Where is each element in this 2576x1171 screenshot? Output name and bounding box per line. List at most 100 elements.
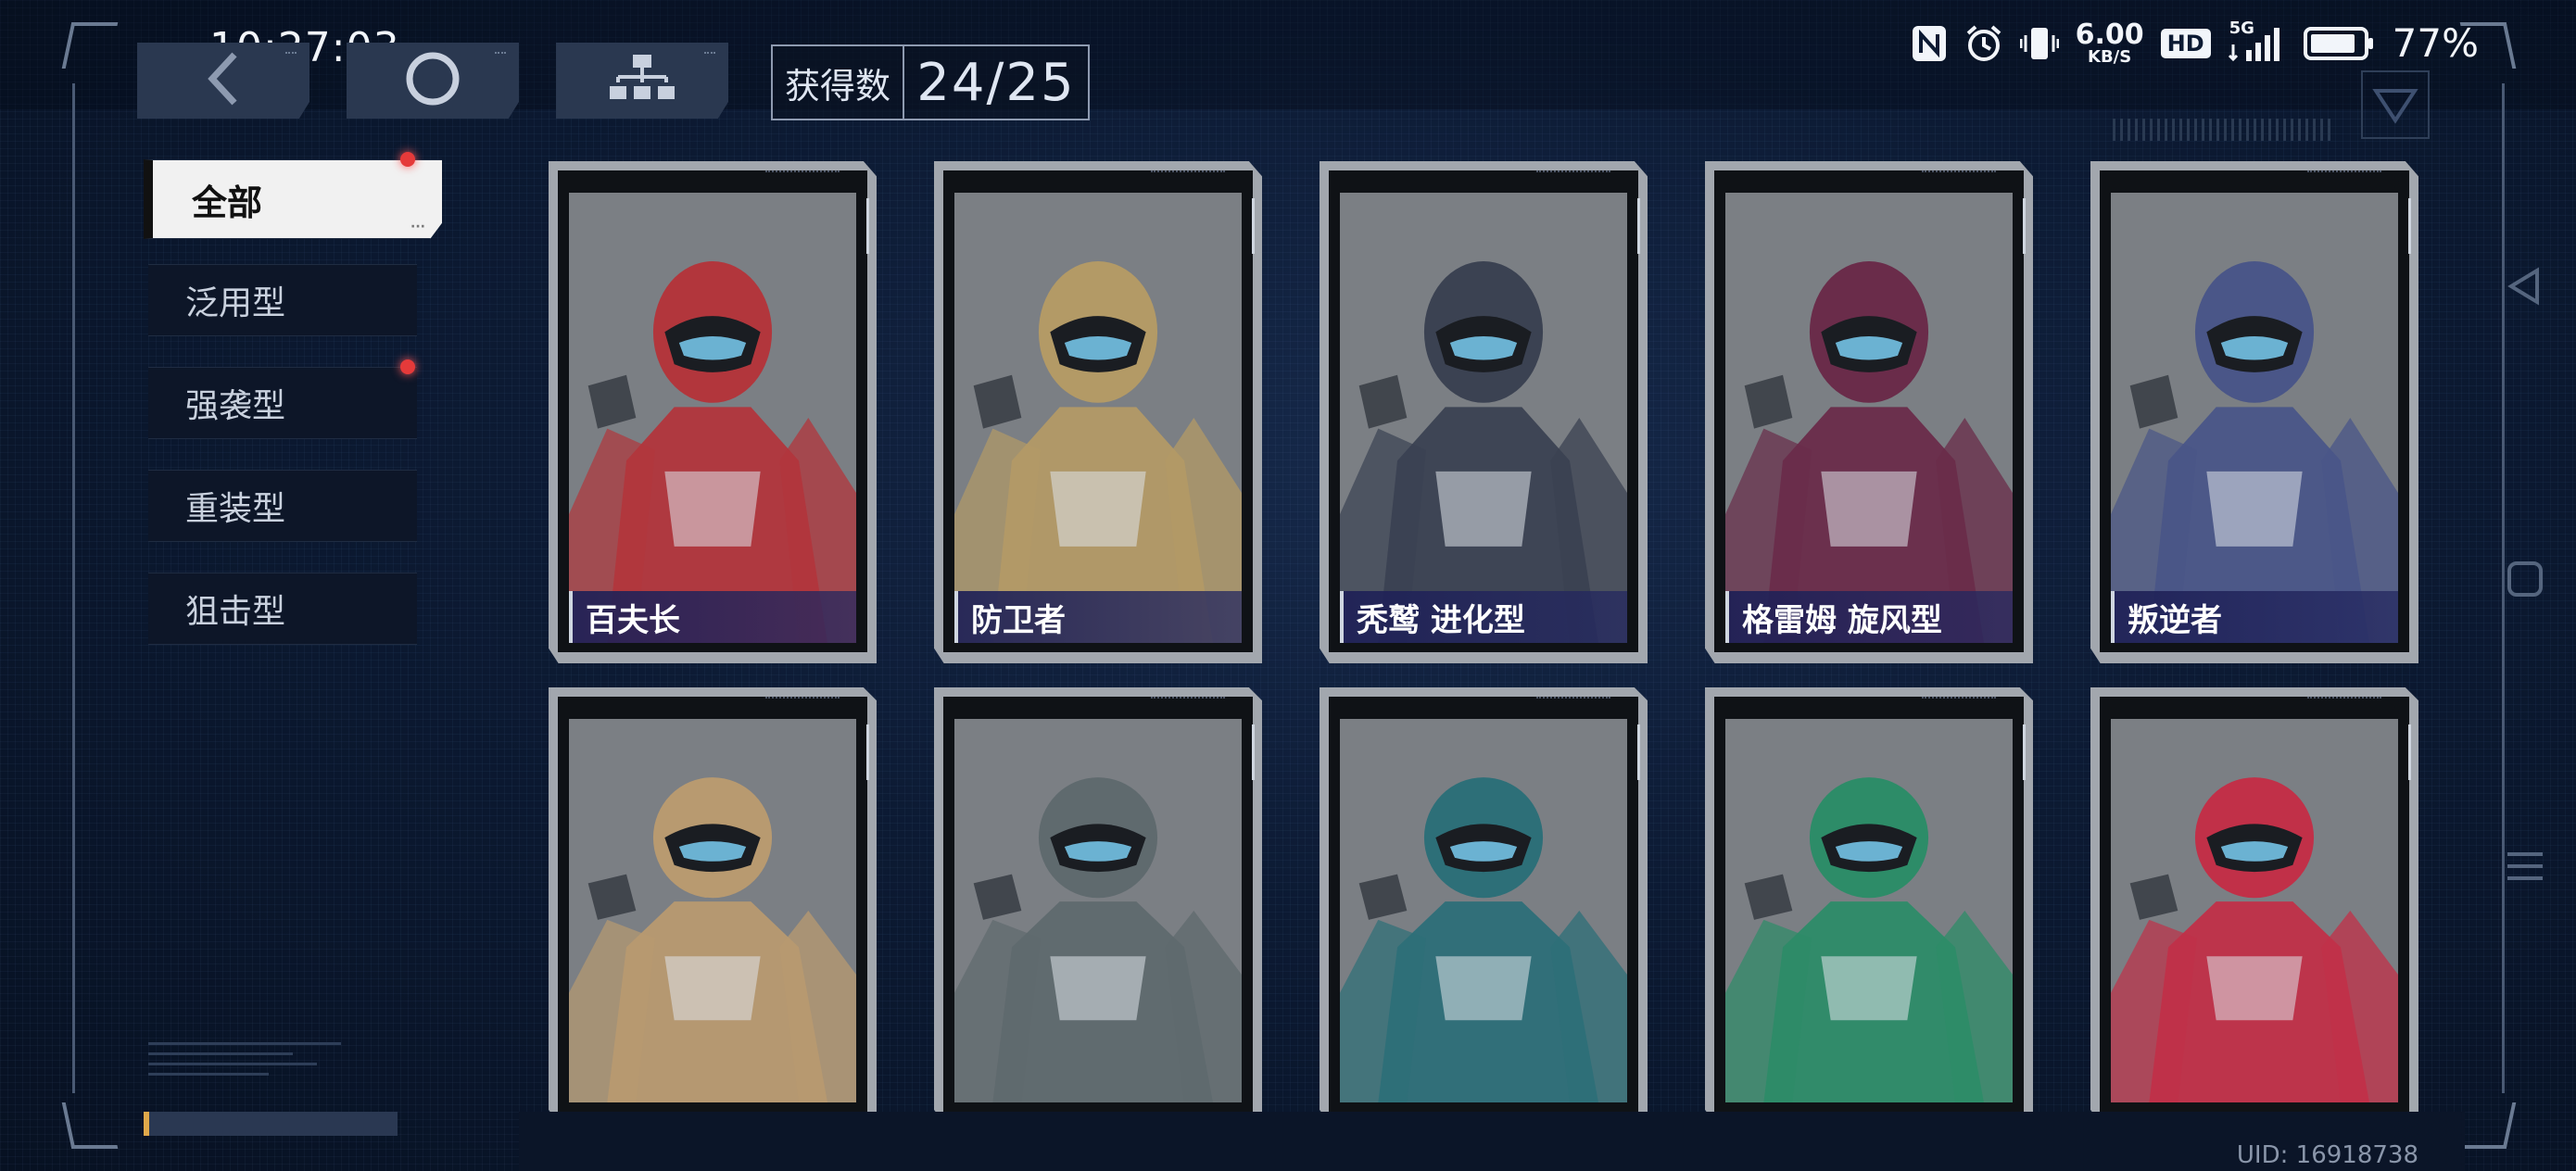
back-button[interactable] xyxy=(137,43,309,119)
card-tag xyxy=(765,697,840,704)
bottom-fade xyxy=(519,1112,2465,1171)
mecha-card[interactable] xyxy=(1705,687,2033,1123)
mecha-portrait xyxy=(2111,719,2398,1102)
card-side-ticks xyxy=(2017,198,2026,254)
tab-general-label: 泛用型 xyxy=(185,284,286,322)
card-side-ticks xyxy=(1632,198,1640,254)
mecha-portrait: 格雷姆 旋风型 xyxy=(1725,193,2013,643)
net-speed-unit: KB/S xyxy=(2088,46,2132,67)
mecha-card[interactable]: 格雷姆 旋风型 xyxy=(1705,161,2033,663)
card-side-ticks xyxy=(2017,724,2026,780)
battery-percent: 77% xyxy=(2392,20,2479,66)
tab-assault-red-dot xyxy=(400,359,415,374)
collection-label-box: 获得数 xyxy=(773,46,904,119)
nav-back-icon[interactable] xyxy=(2504,265,2546,308)
card-tag xyxy=(1922,170,1996,178)
card-tag xyxy=(1151,697,1225,704)
card-name-bar: 格雷姆 旋风型 xyxy=(1725,591,2013,643)
mecha-portrait xyxy=(569,719,856,1102)
vibrate-icon xyxy=(2019,24,2059,63)
mecha-portrait: 百夫长 xyxy=(569,193,856,643)
mecha-illustration xyxy=(954,193,1242,643)
alarm-icon xyxy=(1964,24,2003,63)
top-right-deco xyxy=(2113,119,2335,141)
card-side-ticks xyxy=(2403,724,2411,780)
card-tag xyxy=(765,170,840,178)
mecha-card[interactable]: 叛逆者 xyxy=(2090,161,2418,663)
collection-label: 获得数 xyxy=(784,65,890,107)
card-side-ticks xyxy=(861,198,869,254)
mecha-card[interactable]: 秃鹫 进化型 xyxy=(1320,161,1648,663)
tab-assault-label: 强袭型 xyxy=(185,387,286,425)
tab-all-label: 全部 xyxy=(192,182,263,223)
card-side-ticks xyxy=(1632,724,1640,780)
card-name: 格雷姆 旋风型 xyxy=(1742,601,1942,639)
tab-heavy[interactable]: 重装型 xyxy=(148,470,417,542)
mecha-illustration xyxy=(2111,193,2398,643)
mecha-illustration xyxy=(1340,719,1627,1102)
mecha-card[interactable] xyxy=(934,687,1262,1123)
nav-dots xyxy=(704,52,715,59)
ring-icon xyxy=(402,48,463,113)
console-input xyxy=(144,1112,398,1136)
corner-bottom-left xyxy=(61,1102,119,1149)
nav-menu-icon[interactable] xyxy=(2504,845,2546,888)
card-side-ticks xyxy=(2403,198,2411,254)
tab-sniper-label: 狙击型 xyxy=(185,593,286,631)
uid-label: UID: 16918738 xyxy=(2236,1141,2418,1169)
mecha-card[interactable] xyxy=(1320,687,1648,1123)
mecha-illustration xyxy=(1725,193,2013,643)
card-name: 秃鹫 进化型 xyxy=(1357,601,1525,639)
status-icons: 6.00 KB/S HD 5G 77% xyxy=(1911,18,2479,67)
nfc-icon xyxy=(1911,24,1948,63)
nav-dots xyxy=(495,52,506,59)
mecha-card[interactable]: 防卫者 xyxy=(934,161,1262,663)
network-type: 5G xyxy=(2229,18,2254,38)
card-name: 叛逆者 xyxy=(2128,601,2222,639)
mecha-portrait: 防卫者 xyxy=(954,193,1242,643)
corner-top-left xyxy=(61,22,119,69)
mecha-illustration xyxy=(1725,719,2013,1102)
mecha-card[interactable] xyxy=(549,687,877,1123)
mecha-illustration xyxy=(954,719,1242,1102)
tab-all[interactable]: 全部 ··· xyxy=(144,159,442,239)
card-tag xyxy=(1922,697,1996,704)
chevron-left-icon xyxy=(205,51,242,110)
card-name: 防卫者 xyxy=(971,601,1066,639)
card-tag xyxy=(2307,697,2381,704)
net-speed-value: 6.00 xyxy=(2075,18,2144,51)
card-name-bar: 秃鹫 进化型 xyxy=(1340,591,1627,643)
left-frame-line xyxy=(72,83,75,1093)
mecha-illustration xyxy=(569,193,856,643)
card-side-ticks xyxy=(1246,198,1255,254)
card-tag xyxy=(1536,170,1610,178)
card-name-bar: 百夫长 xyxy=(569,591,856,643)
mecha-portrait: 叛逆者 xyxy=(2111,193,2398,643)
corner-bottom-right xyxy=(2459,1102,2517,1149)
signal-icon: 5G xyxy=(2228,19,2287,63)
card-name: 百夫长 xyxy=(586,601,680,639)
dropdown-triangle-icon[interactable] xyxy=(2361,70,2430,139)
card-side-ticks xyxy=(1246,724,1255,780)
hd-badge: HD xyxy=(2160,28,2211,58)
card-tag xyxy=(2307,170,2381,178)
mecha-card[interactable]: 百夫长 xyxy=(549,161,877,663)
mecha-illustration xyxy=(1340,193,1627,643)
card-side-ticks xyxy=(861,724,869,780)
tab-sniper[interactable]: 狙击型 xyxy=(148,573,417,645)
collection-counter: 获得数 24/25 xyxy=(771,44,1090,120)
tab-all-red-dot xyxy=(400,152,415,167)
net-speed: 6.00 KB/S xyxy=(2075,18,2144,67)
card-name-bar: 防卫者 xyxy=(954,591,1242,643)
mecha-card[interactable] xyxy=(2090,687,2418,1123)
tab-general[interactable]: 泛用型 xyxy=(148,264,417,336)
mode-button[interactable] xyxy=(347,43,519,119)
card-name-bar: 叛逆者 xyxy=(2111,591,2398,643)
nav-home-icon[interactable] xyxy=(2504,558,2546,600)
hierarchy-button[interactable] xyxy=(556,43,728,119)
tab-assault[interactable]: 强袭型 xyxy=(148,367,417,439)
hierarchy-icon xyxy=(610,53,675,108)
card-tag xyxy=(1536,697,1610,704)
mecha-portrait xyxy=(954,719,1242,1102)
ellipsis-icon: ··· xyxy=(410,220,425,234)
